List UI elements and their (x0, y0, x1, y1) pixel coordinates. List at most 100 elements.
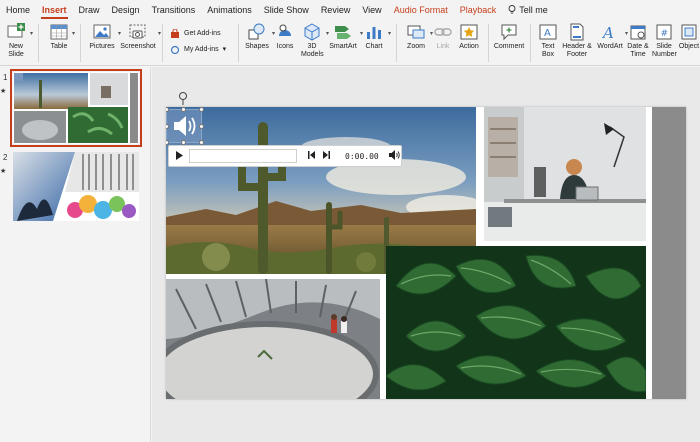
link-button[interactable]: Link (432, 22, 454, 51)
action-label: Action (459, 43, 479, 50)
screenshot-label: Screenshot (120, 43, 156, 50)
chart-label: Chart (365, 43, 383, 50)
3d-models-label: 3D Models (301, 43, 324, 58)
tab-home[interactable]: Home (0, 0, 36, 20)
slide-number-icon: # (656, 24, 672, 40)
audio-playback-controls: 0:00.00 (168, 145, 402, 167)
slide-number-1: 1 (3, 73, 8, 82)
object-icon (681, 24, 697, 40)
circular-hallway-photo[interactable] (166, 279, 380, 399)
comment-button[interactable]: Comment (494, 22, 524, 51)
table-icon (50, 24, 68, 40)
audio-progress-bar[interactable] (189, 149, 297, 163)
link-label: Link (436, 43, 450, 50)
tell-me-search[interactable]: Tell me (502, 0, 554, 20)
comment-label: Comment (493, 43, 525, 50)
ribbon-divider (38, 24, 39, 62)
icons-button[interactable]: Icons (274, 22, 296, 51)
tab-design[interactable]: Design (106, 0, 146, 20)
slide-thumbnail-2[interactable] (13, 152, 139, 221)
skip-forward-icon (323, 151, 330, 159)
skip-forward-button[interactable] (319, 151, 333, 161)
volume-button[interactable] (387, 150, 401, 162)
gray-accent-bar (652, 107, 686, 399)
ribbon-divider (488, 24, 489, 62)
pictures-icon (93, 24, 111, 39)
header-footer-button[interactable]: Header & Footer (561, 22, 593, 59)
chevron-down-icon: ▾ (222, 46, 227, 53)
tab-audio-format[interactable]: Audio Format (388, 0, 454, 20)
resize-handle[interactable] (199, 124, 204, 129)
pictures-button[interactable]: Pictures (88, 22, 121, 51)
icons-icon (279, 24, 291, 36)
addins-icon (170, 45, 180, 55)
play-button[interactable] (169, 150, 189, 162)
zoom-label: Zoom (407, 43, 425, 50)
green-leaves-photo[interactable] (386, 246, 646, 399)
wordart-label: WordArt (597, 43, 623, 50)
screenshot-button[interactable]: Screenshot (120, 22, 161, 51)
ribbon-divider (530, 24, 531, 62)
addins-group: Get Add-ins My Add-ins ▾ (170, 26, 226, 58)
my-addins-button[interactable]: My Add-ins ▾ (170, 42, 226, 58)
icons-label: Icons (276, 43, 294, 50)
action-icon (460, 24, 478, 40)
audio-object[interactable] (166, 109, 202, 143)
action-button[interactable]: Action (457, 22, 481, 51)
leaves-image (386, 246, 646, 399)
zoom-button[interactable]: Zoom (404, 22, 433, 51)
shapes-button[interactable]: Shapes (244, 22, 275, 51)
link-icon (434, 28, 452, 36)
tab-draw[interactable]: Draw (73, 0, 106, 20)
rotate-handle-icon[interactable] (178, 91, 188, 105)
new-slide-button[interactable]: New Slide (4, 22, 33, 59)
zoom-icon (407, 25, 425, 39)
wordart-icon: A (601, 24, 614, 42)
ribbon-insert: New Slide Table Pictures Screenshot (0, 20, 700, 66)
screenshot-icon (129, 24, 146, 39)
animation-star-icon: ★ (0, 168, 7, 175)
tab-playback[interactable]: Playback (454, 0, 503, 20)
comment-icon (501, 24, 517, 41)
ribbon-divider (238, 24, 239, 62)
object-label: Object (678, 43, 700, 50)
chart-button[interactable]: Chart (362, 22, 391, 51)
slide-thumbnail-pane: 1 ★ 2 ★ (0, 67, 151, 442)
tab-transitions[interactable]: Transitions (146, 0, 202, 20)
tab-animations[interactable]: Animations (201, 0, 258, 20)
tell-me-label: Tell me (519, 5, 548, 15)
slide-thumbnail-1[interactable] (10, 69, 142, 147)
speaker-icon (174, 116, 196, 136)
tab-review[interactable]: Review (315, 0, 357, 20)
date-time-label: Date & Time (627, 43, 649, 58)
resize-handle[interactable] (199, 107, 204, 112)
resize-handle[interactable] (181, 107, 186, 112)
calendar-icon (630, 25, 646, 40)
shapes-label: Shapes (245, 43, 269, 50)
text-box-button[interactable]: A Text Box (536, 22, 560, 59)
shapes-icon (248, 23, 265, 40)
wordart-button[interactable]: A WordArt (597, 22, 628, 51)
ribbon-tabs: Home Insert Draw Design Transitions Anim… (0, 0, 700, 20)
header-footer-icon (570, 23, 584, 41)
tab-insert[interactable]: Insert (36, 0, 73, 20)
slide-number-button[interactable]: # Slide Number (652, 22, 677, 59)
get-addins-label: Get Add-ins (184, 30, 221, 37)
table-button[interactable]: Table (48, 22, 75, 51)
hallway-image (166, 279, 380, 399)
3d-models-button[interactable]: 3D Models (300, 22, 329, 59)
text-box-icon: A (539, 24, 557, 40)
object-button[interactable]: Object (678, 22, 700, 51)
pictures-label: Pictures (89, 43, 115, 50)
office-image (484, 107, 646, 241)
get-addins-button[interactable]: Get Add-ins (170, 26, 226, 42)
tab-slide-show[interactable]: Slide Show (258, 0, 315, 20)
slide-1[interactable]: 0:00.00 (166, 107, 686, 399)
chart-icon (367, 27, 381, 39)
svg-text:A: A (601, 24, 614, 42)
skip-back-button[interactable] (305, 151, 319, 161)
office-woman-laptop-photo[interactable] (484, 107, 646, 241)
smartart-button[interactable]: SmartArt (328, 22, 363, 51)
tab-view[interactable]: View (356, 0, 387, 20)
date-time-button[interactable]: Date & Time (626, 22, 650, 59)
